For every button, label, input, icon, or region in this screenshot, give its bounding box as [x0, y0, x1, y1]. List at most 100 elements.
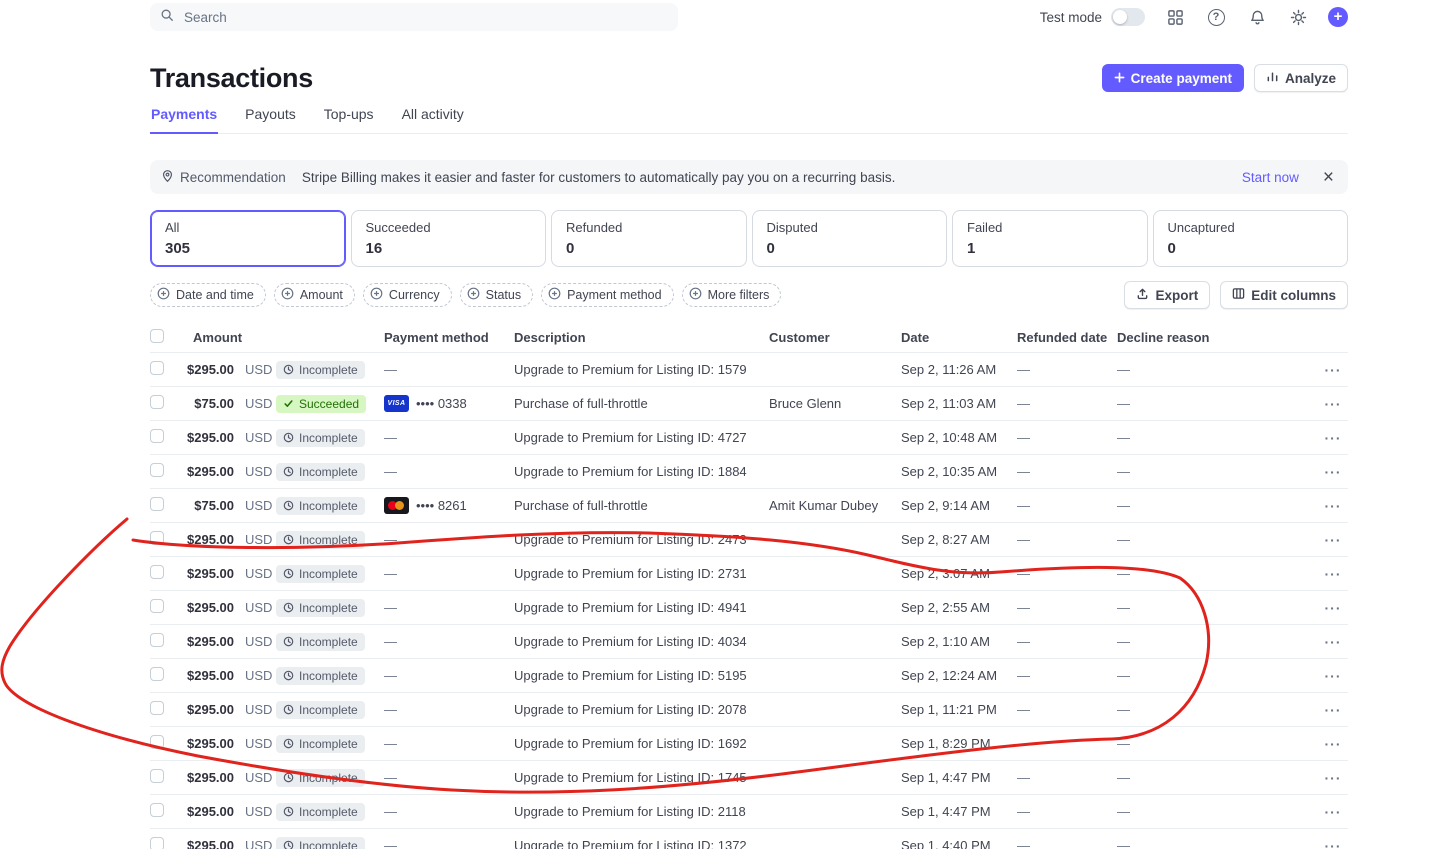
payment-method-cell: —	[384, 600, 514, 615]
filter-chip-date-and-time[interactable]: Date and time	[150, 283, 266, 307]
table-row[interactable]: $295.00 USD Incomplete — Upgrade to Prem…	[150, 693, 1348, 727]
row-overflow-menu[interactable]: ···	[1318, 702, 1348, 718]
tab-payouts[interactable]: Payouts	[244, 106, 297, 133]
row-checkbox[interactable]	[150, 633, 164, 647]
filter-chip-status[interactable]: Status	[460, 283, 533, 307]
row-overflow-menu[interactable]: ···	[1318, 770, 1348, 786]
table-row[interactable]: $295.00 USD Incomplete — Upgrade to Prem…	[150, 591, 1348, 625]
export-icon	[1136, 287, 1149, 303]
status-label: Incomplete	[299, 703, 358, 717]
refunded-date-value: —	[1017, 634, 1117, 649]
row-overflow-menu[interactable]: ···	[1318, 498, 1348, 514]
row-checkbox[interactable]	[150, 463, 164, 477]
table-row[interactable]: $75.00 USD Incomplete •••• 8261 Purchase…	[150, 489, 1348, 523]
decline-reason-value: —	[1117, 770, 1227, 785]
status-badge: Incomplete	[276, 599, 365, 617]
create-new-button[interactable]: +	[1328, 7, 1348, 27]
row-checkbox[interactable]	[150, 701, 164, 715]
payment-method-cell: —	[384, 566, 514, 581]
notifications-bell-icon[interactable]	[1246, 6, 1268, 28]
row-overflow-menu[interactable]: ···	[1318, 600, 1348, 616]
table-row[interactable]: $75.00 USD Succeeded VISA•••• 0338 Purch…	[150, 387, 1348, 421]
apps-grid-icon[interactable]	[1164, 6, 1186, 28]
summary-card-succeeded[interactable]: Succeeded 16	[351, 210, 547, 267]
row-overflow-menu[interactable]: ···	[1318, 668, 1348, 684]
row-checkbox[interactable]	[150, 395, 164, 409]
tab-payments[interactable]: Payments	[150, 106, 218, 134]
refunded-date-value: —	[1017, 566, 1117, 581]
summary-card-uncaptured[interactable]: Uncaptured 0	[1153, 210, 1349, 267]
row-checkbox[interactable]	[150, 531, 164, 545]
summary-card-refunded[interactable]: Refunded 0	[551, 210, 747, 267]
search-box[interactable]	[150, 3, 678, 31]
row-checkbox[interactable]	[150, 565, 164, 579]
row-checkbox[interactable]	[150, 803, 164, 817]
description-text: Upgrade to Premium for Listing ID: 4034	[514, 634, 769, 649]
row-overflow-menu[interactable]: ···	[1318, 634, 1348, 650]
table-row[interactable]: $295.00 USD Incomplete — Upgrade to Prem…	[150, 727, 1348, 761]
row-checkbox[interactable]	[150, 667, 164, 681]
filter-chip-payment-method[interactable]: Payment method	[541, 283, 674, 307]
row-overflow-menu[interactable]: ···	[1318, 430, 1348, 446]
table-row[interactable]: $295.00 USD Incomplete — Upgrade to Prem…	[150, 761, 1348, 795]
table-row[interactable]: $295.00 USD Incomplete — Upgrade to Prem…	[150, 795, 1348, 829]
row-checkbox[interactable]	[150, 735, 164, 749]
description-text: Upgrade to Premium for Listing ID: 4727	[514, 430, 769, 445]
row-checkbox[interactable]	[150, 769, 164, 783]
table-row[interactable]: $295.00 USD Incomplete — Upgrade to Prem…	[150, 523, 1348, 557]
table-row[interactable]: $295.00 USD Incomplete — Upgrade to Prem…	[150, 625, 1348, 659]
summary-card-all[interactable]: All 305	[150, 210, 346, 267]
row-checkbox[interactable]	[150, 599, 164, 613]
row-overflow-menu[interactable]: ···	[1318, 566, 1348, 582]
status-badge: Incomplete	[276, 497, 365, 515]
status-icon	[283, 534, 294, 545]
description-text: Upgrade to Premium for Listing ID: 1372	[514, 838, 769, 849]
table-row[interactable]: $295.00 USD Incomplete — Upgrade to Prem…	[150, 557, 1348, 591]
transaction-date: Sep 2, 2:55 AM	[901, 600, 1017, 615]
row-checkbox[interactable]	[150, 429, 164, 443]
status-badge: Incomplete	[276, 701, 365, 719]
payment-method-cell: —	[384, 668, 514, 683]
row-overflow-menu[interactable]: ···	[1318, 396, 1348, 412]
filter-chip-currency[interactable]: Currency	[363, 283, 452, 307]
table-row[interactable]: $295.00 USD Incomplete — Upgrade to Prem…	[150, 659, 1348, 693]
summary-card-disputed[interactable]: Disputed 0	[752, 210, 948, 267]
filter-chip-label: Date and time	[176, 288, 254, 302]
row-overflow-menu[interactable]: ···	[1318, 736, 1348, 752]
row-checkbox[interactable]	[150, 837, 164, 849]
summary-card-failed[interactable]: Failed 1	[952, 210, 1148, 267]
search-input[interactable]	[182, 9, 668, 26]
settings-gear-icon[interactable]	[1287, 6, 1309, 28]
status-badge: Incomplete	[276, 531, 365, 549]
filter-chip-amount[interactable]: Amount	[274, 283, 355, 307]
table-row[interactable]: $295.00 USD Incomplete — Upgrade to Prem…	[150, 421, 1348, 455]
analyze-button[interactable]: Analyze	[1254, 64, 1348, 92]
decline-reason-value: —	[1117, 702, 1227, 717]
table-row[interactable]: $295.00 USD Incomplete — Upgrade to Prem…	[150, 829, 1348, 849]
row-overflow-menu[interactable]: ···	[1318, 464, 1348, 480]
card-count: 0	[767, 240, 933, 257]
select-all-checkbox[interactable]	[150, 329, 164, 343]
test-mode-toggle[interactable]	[1111, 8, 1145, 26]
row-overflow-menu[interactable]: ···	[1318, 532, 1348, 548]
close-icon[interactable]: ×	[1323, 168, 1334, 187]
row-overflow-menu[interactable]: ···	[1318, 804, 1348, 820]
row-checkbox[interactable]	[150, 361, 164, 375]
row-checkbox[interactable]	[150, 497, 164, 511]
table-row[interactable]: $295.00 USD Incomplete — Upgrade to Prem…	[150, 353, 1348, 387]
amount-value: $295.00	[180, 430, 242, 445]
row-overflow-menu[interactable]: ···	[1318, 838, 1348, 849]
filter-chip-more-filters[interactable]: More filters	[682, 283, 782, 307]
create-payment-button[interactable]: Create payment	[1102, 64, 1244, 92]
export-button[interactable]: Export	[1124, 281, 1210, 309]
description-text: Upgrade to Premium for Listing ID: 2731	[514, 566, 769, 581]
table-row[interactable]: $295.00 USD Incomplete — Upgrade to Prem…	[150, 455, 1348, 489]
tab-all-activity[interactable]: All activity	[401, 106, 465, 133]
tab-top-ups[interactable]: Top-ups	[323, 106, 375, 133]
help-icon[interactable]: ?	[1205, 6, 1227, 28]
refunded-date-value: —	[1017, 770, 1117, 785]
row-overflow-menu[interactable]: ···	[1318, 362, 1348, 378]
status-label: Succeeded	[299, 397, 359, 411]
start-now-link[interactable]: Start now	[1242, 170, 1299, 185]
edit-columns-button[interactable]: Edit columns	[1220, 281, 1348, 309]
